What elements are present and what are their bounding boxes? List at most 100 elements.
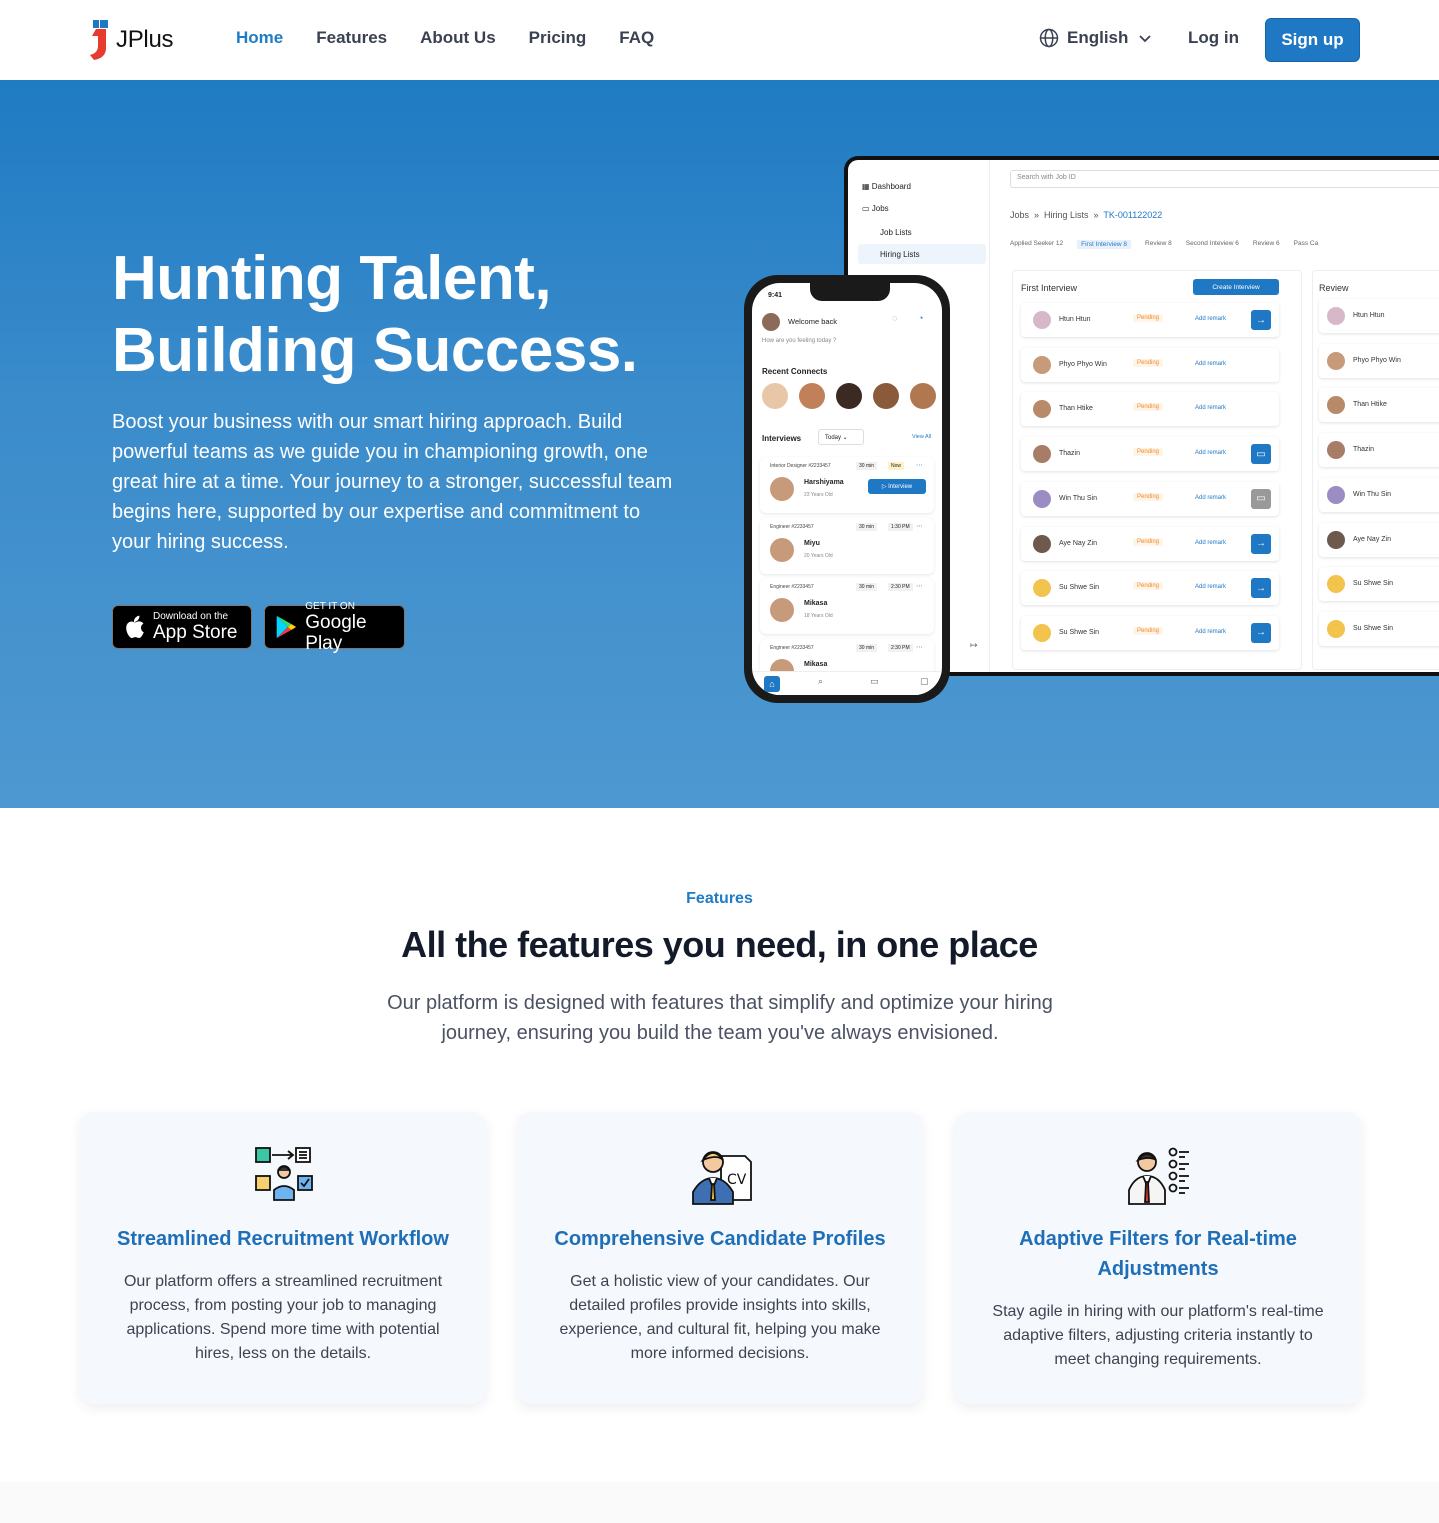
google-play-small: GET IT ON	[305, 600, 355, 612]
arrow-right-icon: →	[1251, 622, 1271, 643]
candidate-avatar	[1033, 311, 1051, 329]
status-badge: Pending	[1133, 537, 1164, 546]
cv-icon: CV	[692, 1151, 752, 1205]
candidate-name: Htun Htun	[1059, 316, 1091, 323]
add-remark-link: Add remark	[1195, 405, 1227, 412]
more-icon: ⋯	[916, 462, 923, 469]
filter-checklist-icon	[1128, 1147, 1189, 1205]
hero-title-line2: Building Success.	[112, 316, 638, 385]
candidate-name: Than Htike	[1353, 401, 1387, 409]
recent-connect-avatar	[762, 383, 788, 409]
review-column: Review Htun Htun Phyo Phyo Win Than Htike T…	[1312, 270, 1439, 670]
interview-job: Engineer #2233457	[770, 584, 814, 590]
globe-icon	[1039, 28, 1059, 48]
candidate-row: Win Thu Sin Pending Add remark ▭	[1021, 481, 1279, 516]
signup-button[interactable]: Sign up	[1265, 18, 1360, 62]
phone-time: 9:41	[768, 292, 783, 299]
hero-description: Boost your business with our smart hirin…	[112, 411, 673, 553]
add-remark-link: Add remark	[1195, 539, 1227, 546]
logout-icon: ↦	[970, 640, 978, 650]
google-play-big: Google Play	[305, 611, 367, 654]
logo[interactable]: JPlus	[88, 20, 174, 60]
recent-connects-title: Recent Connects	[762, 367, 828, 376]
interviewee-name: Mikasa	[804, 600, 828, 607]
candidate-avatar	[1327, 485, 1345, 504]
status-badge: Pending	[1133, 492, 1164, 501]
bell-icon: ◔	[918, 313, 924, 323]
candidate-avatar	[1033, 534, 1051, 553]
nav-link-faq[interactable]: FAQ	[619, 28, 654, 48]
recent-connect-avatar	[799, 383, 825, 409]
interviewee-name: Miyu	[804, 539, 820, 547]
add-remark-link: Add remark	[1195, 360, 1227, 367]
interviewee-name: Mikasa	[804, 660, 828, 668]
search-tab-icon: ⌕	[818, 676, 824, 686]
google-play-button[interactable]: GET IT ON Google Play	[264, 601, 405, 654]
features-tag: Features	[686, 890, 753, 907]
video-button-icon: ▭	[1251, 488, 1271, 509]
interview-job: Engineer #2233457	[770, 644, 814, 651]
interview-card: Engineer #2233457 30 min 1:30 PM ⋯ Miyu 20 Ye…	[760, 517, 934, 574]
google-play-icon	[276, 615, 296, 639]
review-row: Su Shwe Sin	[1319, 567, 1439, 602]
candidate-name: Phyo Phyo Win	[1059, 360, 1107, 368]
start-interview-button: ▷ Interview	[868, 479, 926, 494]
candidate-row: Su Shwe Sin Pending Add remark →	[1021, 571, 1279, 606]
view-all-link: View All	[912, 434, 932, 440]
briefcase-tab-icon: ▢	[920, 676, 929, 686]
add-remark-link: Add remark	[1195, 450, 1227, 457]
status-badge: Pending	[1133, 626, 1164, 635]
feature-body-profiles: Get a holistic view of your candidates. …	[559, 1273, 881, 1362]
features-title: All the features you need, in one place	[401, 924, 1038, 965]
add-remark-link: Add remark	[1195, 316, 1227, 322]
candidate-avatar	[1327, 619, 1345, 638]
interview-job: Interior Designer #2233457	[770, 463, 831, 469]
review-row: Su Shwe Sin	[1319, 611, 1439, 646]
review-row: Aye Nay Zin	[1319, 522, 1439, 557]
interview-duration: 30 min	[856, 583, 878, 591]
welcome-text: Welcome back	[788, 317, 838, 326]
interviewee-avatar	[770, 598, 794, 622]
login-link[interactable]: Log in	[1188, 28, 1239, 48]
add-remark-link: Add remark	[1195, 628, 1227, 635]
interviews-filter: Today ⌄	[818, 429, 864, 445]
nav-link-home[interactable]: Home	[236, 28, 283, 48]
candidate-name: Su Shwe Sin	[1059, 628, 1100, 636]
interview-duration: 30 min	[856, 522, 878, 531]
home-tab-icon: ⌂	[764, 676, 780, 692]
interview-duration: 30 min	[856, 462, 878, 470]
workflow-icon	[255, 1147, 313, 1201]
interview-time: 2:30 PM	[888, 643, 913, 652]
app-store-small: Download on the	[153, 611, 229, 622]
nav-link-features[interactable]: Features	[316, 28, 387, 48]
app-store-button[interactable]: Download on the App Store	[112, 605, 252, 649]
phone-mockup: 9:41 Welcome back ◌ ◔ How are you feelin…	[744, 275, 950, 703]
hero-title-line1: Hunting Talent,	[112, 244, 552, 313]
status-badge: Pending	[1133, 358, 1164, 367]
nav-link-pricing[interactable]: Pricing	[529, 28, 587, 48]
candidate-name: Su Shwe Sin	[1353, 580, 1394, 588]
breadcrumb: Jobs » Hiring Lists » TK-001122022	[1010, 210, 1163, 220]
interviewee-age: 23 Years Old	[804, 492, 833, 498]
candidate-avatar	[1327, 441, 1345, 460]
sidebar-active-bg	[858, 244, 986, 264]
top-navbar: JPlus Home Features About Us Pricing FAQ…	[0, 0, 1439, 80]
feature-title-profiles: Comprehensive Candidate Profiles	[554, 1228, 886, 1250]
review-row: Htun Htun	[1319, 299, 1439, 333]
nav-link-about[interactable]: About Us	[420, 28, 496, 48]
interviewee-name: Harshiyama	[804, 479, 844, 486]
more-icon: ⋯	[916, 583, 923, 590]
status-badge: Pending	[1133, 403, 1164, 412]
arrow-right-icon: →	[1251, 533, 1271, 554]
video-tab-icon: ▭	[870, 676, 879, 686]
add-remark-link: Add remark	[1195, 584, 1227, 591]
candidate-name: Thazin	[1353, 446, 1375, 454]
main-menu: Home Features About Us Pricing FAQ	[236, 28, 654, 48]
review-title: Review	[1319, 283, 1349, 293]
language-selector[interactable]: English	[1039, 28, 1154, 48]
first-interview-column: First Interview Create Interview Htun Ht…	[1012, 270, 1302, 670]
interviewee-age: 20 Years Old	[804, 552, 833, 559]
add-remark-link: Add remark	[1195, 494, 1227, 501]
candidate-name: Su Shwe Sin	[1353, 624, 1394, 632]
app-store-big: App Store	[153, 622, 238, 643]
